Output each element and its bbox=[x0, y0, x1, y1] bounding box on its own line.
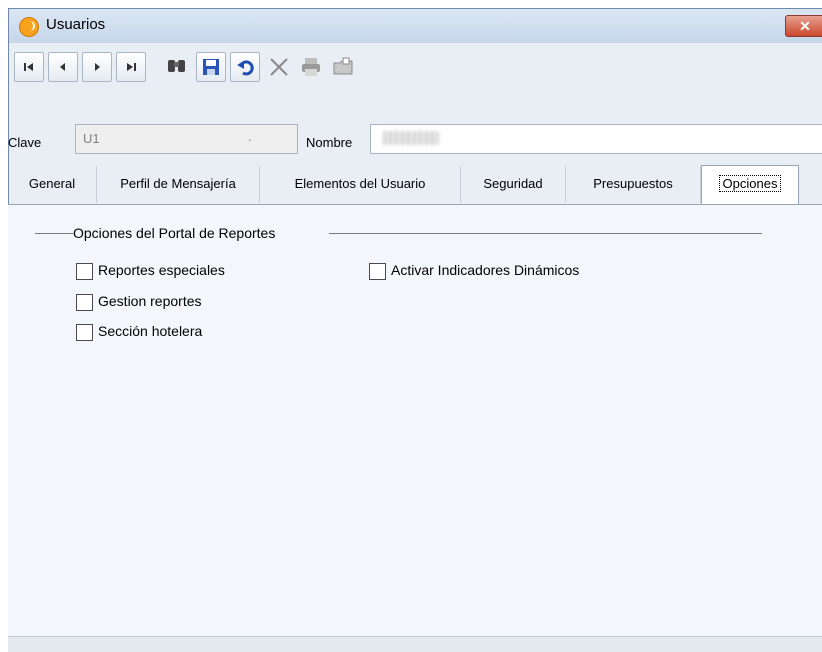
reportes-especiales-checkbox[interactable] bbox=[76, 263, 93, 280]
last-icon bbox=[127, 63, 136, 71]
binoculars-icon bbox=[168, 60, 185, 72]
tab-seguridad[interactable]: Seguridad bbox=[461, 166, 566, 203]
next-record-button[interactable] bbox=[82, 52, 112, 82]
title-bar: Usuarios ✕ bbox=[9, 9, 822, 43]
previous-record-button[interactable] bbox=[48, 52, 78, 82]
tab-opciones[interactable]: Opciones bbox=[701, 165, 799, 205]
clave-field[interactable]: U1 . bbox=[75, 124, 298, 154]
window-title: Usuarios bbox=[46, 16, 106, 33]
clave-label: Clave bbox=[8, 135, 42, 150]
first-record-button[interactable] bbox=[14, 52, 44, 82]
gestion-reportes-label: Gestion reportes bbox=[98, 293, 202, 309]
print-button[interactable] bbox=[296, 52, 324, 80]
first-icon bbox=[24, 63, 33, 71]
tab-perfil-mensajeria[interactable]: Perfil de Mensajería bbox=[97, 166, 260, 203]
group-title: Opciones del Portal de Reportes bbox=[73, 225, 276, 241]
last-record-button[interactable] bbox=[116, 52, 146, 82]
tab-opciones-label: Opciones bbox=[718, 175, 782, 192]
undo-button[interactable] bbox=[230, 52, 260, 82]
tab-bar: General Perfil de Mensajería Elementos d… bbox=[8, 165, 822, 205]
group-line-left bbox=[35, 233, 73, 234]
group-line-right bbox=[329, 233, 762, 234]
nombre-redacted-value bbox=[383, 131, 439, 145]
tab-presupuestos[interactable]: Presupuestos bbox=[566, 166, 701, 203]
clave-value: U1 bbox=[83, 131, 100, 146]
tab-general[interactable]: General bbox=[8, 166, 97, 203]
delete-button[interactable] bbox=[264, 52, 292, 80]
nombre-label: Nombre bbox=[306, 135, 353, 150]
app-logo-icon bbox=[19, 17, 39, 37]
undo-icon bbox=[237, 60, 254, 76]
status-bar bbox=[8, 636, 822, 652]
x-icon bbox=[270, 58, 288, 76]
printer-icon bbox=[302, 58, 320, 76]
folder-icon bbox=[333, 57, 353, 75]
next-icon bbox=[95, 63, 100, 71]
open-button[interactable] bbox=[328, 52, 356, 80]
search-button[interactable] bbox=[162, 52, 190, 80]
floppy-icon bbox=[203, 59, 219, 75]
seccion-hotelera-label: Sección hotelera bbox=[98, 323, 203, 339]
tab-elementos-usuario[interactable]: Elementos del Usuario bbox=[260, 166, 461, 203]
reportes-especiales-label: Reportes especiales bbox=[98, 262, 225, 278]
previous-icon bbox=[60, 63, 65, 71]
gestion-reportes-checkbox[interactable] bbox=[76, 294, 93, 311]
activar-indicadores-checkbox[interactable] bbox=[369, 263, 386, 280]
seccion-hotelera-checkbox[interactable] bbox=[76, 324, 93, 341]
save-button[interactable] bbox=[196, 52, 226, 82]
clave-dot: . bbox=[248, 129, 252, 144]
nombre-field[interactable] bbox=[370, 124, 822, 154]
close-button[interactable]: ✕ bbox=[785, 15, 822, 37]
activar-indicadores-label: Activar Indicadores Dinámicos bbox=[391, 262, 580, 278]
